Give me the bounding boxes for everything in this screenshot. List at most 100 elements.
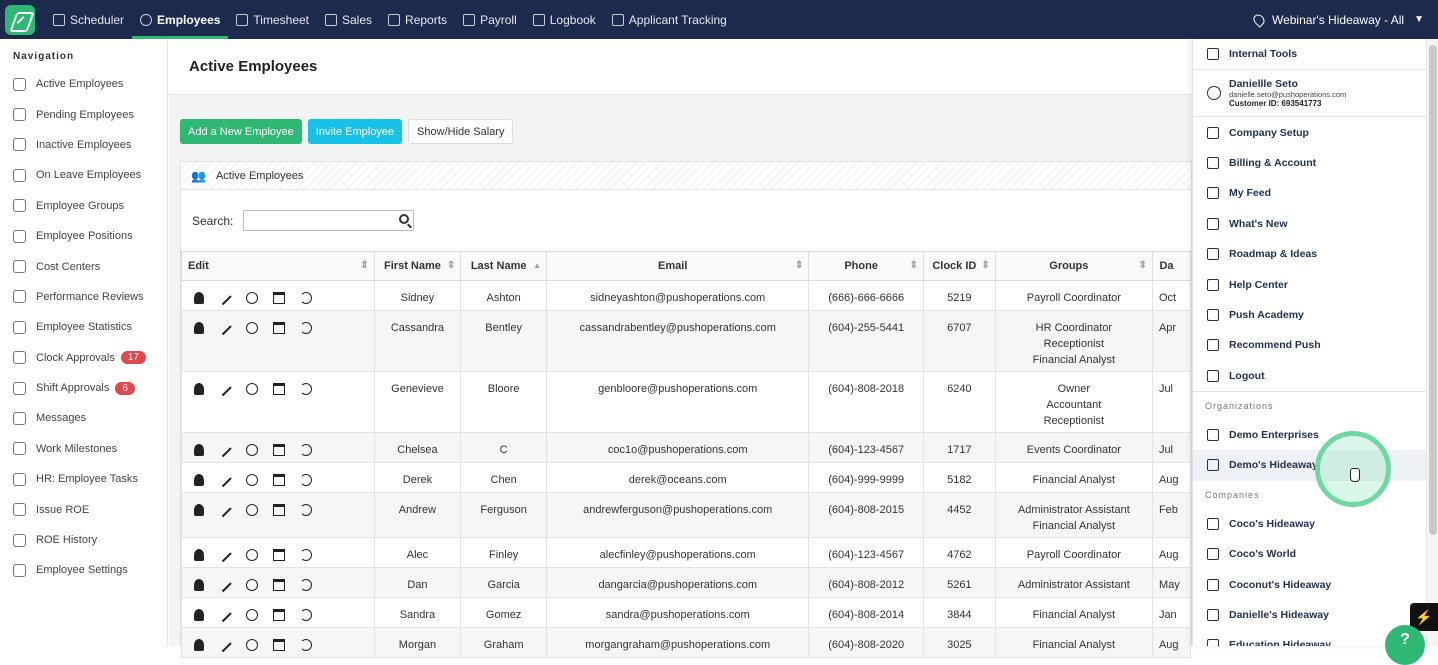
- sidebar-item-roe-history[interactable]: ROE History: [0, 525, 167, 555]
- redo-icon[interactable]: [300, 609, 312, 622]
- alarm-clock-icon[interactable]: [246, 609, 258, 622]
- alarm-clock-icon[interactable]: [246, 292, 258, 305]
- edit-icon[interactable]: [218, 443, 232, 457]
- show-hide-salary-button[interactable]: Show/Hide Salary: [408, 119, 514, 144]
- alarm-clock-icon[interactable]: [246, 504, 258, 517]
- column-header[interactable]: Edit ⇕: [181, 251, 375, 281]
- invite-employee-button[interactable]: Invite Employee: [307, 119, 403, 144]
- sort-icon[interactable]: ⇕: [910, 260, 918, 271]
- profile-icon[interactable]: [194, 504, 204, 517]
- sidebar-item-on-leave-employees[interactable]: On Leave Employees: [0, 160, 167, 190]
- edit-icon[interactable]: [218, 321, 232, 335]
- menu-item-my-feed[interactable]: My Feed: [1193, 178, 1426, 208]
- alarm-clock-icon[interactable]: [246, 579, 258, 592]
- table-row[interactable]: Sidney Ashton sidneyashton@pushoperations.…: [181, 280, 1192, 311]
- table-row[interactable]: Chelsea Ccoc1o@pushoperations.com (604)-12…: [181, 432, 1192, 463]
- organization-item-demo-s-hideaway[interactable]: Demo's Hideaway: [1193, 450, 1426, 481]
- location-selector[interactable]: Webinar's Hideaway - All ▼: [1251, 0, 1424, 39]
- redo-icon[interactable]: [300, 322, 312, 335]
- menu-item-roadmap-ideas[interactable]: Roadmap & Ideas: [1193, 239, 1426, 269]
- sidebar-item-messages[interactable]: Messages: [0, 403, 167, 433]
- table-row[interactable]: Genevieve Bloore genbloore@pushoperations.…: [181, 371, 1192, 433]
- nav-sales[interactable]: Sales: [317, 0, 380, 39]
- alarm-clock-icon[interactable]: [246, 474, 258, 487]
- redo-icon[interactable]: [300, 383, 312, 396]
- profile-icon[interactable]: [194, 444, 204, 457]
- calendar-icon[interactable]: [273, 549, 285, 562]
- calendar-icon[interactable]: [273, 322, 285, 335]
- help-chat-button[interactable]: ?: [1385, 625, 1425, 665]
- edit-icon[interactable]: [218, 382, 232, 396]
- sidebar-item-issue-roe[interactable]: Issue ROE: [0, 494, 167, 524]
- sort-icon[interactable]: ▲: [533, 261, 541, 270]
- menu-item-push-academy[interactable]: Push Academy: [1193, 300, 1426, 330]
- sidebar-item-clock-approvals[interactable]: Clock Approvals 17: [0, 343, 167, 373]
- edit-icon[interactable]: [218, 548, 232, 562]
- search-icon[interactable]: [399, 214, 410, 224]
- calendar-icon[interactable]: [273, 609, 285, 622]
- sidebar-item-active-employees[interactable]: Active Employees: [0, 69, 167, 99]
- profile-icon[interactable]: [194, 292, 204, 305]
- redo-icon[interactable]: [300, 444, 312, 457]
- search-input[interactable]: [243, 210, 415, 231]
- calendar-icon[interactable]: [273, 444, 285, 457]
- edit-icon[interactable]: [218, 608, 232, 622]
- sidebar-item-employee-statistics[interactable]: Employee Statistics: [0, 312, 167, 342]
- profile-icon[interactable]: [194, 549, 204, 562]
- sidebar-item-cost-centers[interactable]: Cost Centers: [0, 251, 167, 281]
- redo-icon[interactable]: [300, 579, 312, 592]
- calendar-icon[interactable]: [273, 639, 285, 652]
- alarm-clock-icon[interactable]: [246, 383, 258, 396]
- alarm-clock-icon[interactable]: [246, 444, 258, 457]
- sidebar-item-performance-reviews[interactable]: Performance Reviews: [0, 282, 167, 312]
- redo-icon[interactable]: [300, 504, 312, 517]
- menu-item-help-center[interactable]: Help Center: [1193, 269, 1426, 299]
- profile-icon[interactable]: [194, 639, 204, 652]
- redo-icon[interactable]: [300, 639, 312, 652]
- sidebar-item-inactive-employees[interactable]: Inactive Employees: [0, 130, 167, 160]
- nav-logbook[interactable]: Logbook: [525, 0, 604, 39]
- nav-reports[interactable]: Reports: [380, 0, 455, 39]
- sort-icon[interactable]: ⇕: [795, 260, 803, 271]
- alarm-clock-icon[interactable]: [246, 322, 258, 335]
- alarm-clock-icon[interactable]: [246, 639, 258, 652]
- sidebar-item-employee-settings[interactable]: Employee Settings: [0, 555, 167, 585]
- sidebar-item-hr-employee-tasks[interactable]: HR: Employee Tasks: [0, 464, 167, 494]
- internal-tools-item[interactable]: Internal Tools: [1193, 39, 1426, 69]
- profile-icon[interactable]: [194, 609, 204, 622]
- nav-employees[interactable]: Employees: [132, 0, 229, 39]
- column-header[interactable]: Email ⇕: [545, 251, 810, 281]
- sidebar-item-pending-employees[interactable]: Pending Employees: [0, 99, 167, 129]
- alarm-clock-icon[interactable]: [246, 549, 258, 562]
- profile-icon[interactable]: [194, 383, 204, 396]
- calendar-icon[interactable]: [273, 504, 285, 517]
- column-header[interactable]: Clock ID ⇕: [922, 251, 996, 281]
- edit-icon[interactable]: [218, 291, 232, 305]
- sort-icon[interactable]: ⇕: [360, 260, 368, 271]
- edit-icon[interactable]: [218, 473, 232, 487]
- sidebar-item-employee-groups[interactable]: Employee Groups: [0, 191, 167, 221]
- sort-icon[interactable]: ⇕: [981, 260, 989, 271]
- calendar-icon[interactable]: [273, 292, 285, 305]
- nav-payroll[interactable]: Payroll: [455, 0, 525, 39]
- organization-item-demo-enterprises[interactable]: Demo Enterprises: [1193, 420, 1426, 450]
- calendar-icon[interactable]: [273, 579, 285, 592]
- calendar-icon[interactable]: [273, 474, 285, 487]
- menu-item-what-s-new[interactable]: What's New: [1193, 209, 1426, 239]
- redo-icon[interactable]: [300, 474, 312, 487]
- user-profile[interactable]: Daniellle Seto danielle.seto@pushoperati…: [1193, 69, 1426, 118]
- table-row[interactable]: Derek Chen derek@oceans.com (604)-999-9999 5…: [181, 462, 1192, 493]
- table-row[interactable]: Dan Garcia dangarcia@pushoperations.com (60…: [181, 567, 1192, 598]
- edit-icon[interactable]: [218, 503, 232, 517]
- nav-scheduler[interactable]: Scheduler: [45, 0, 132, 39]
- calendar-icon[interactable]: [273, 383, 285, 396]
- company-item-coco-s-world[interactable]: Coco's World: [1193, 539, 1426, 569]
- dropdown-scrollbar[interactable]: [1426, 39, 1438, 646]
- redo-icon[interactable]: [300, 549, 312, 562]
- table-row[interactable]: Alec Finley alecfinley@pushoperations.com(…: [181, 537, 1192, 568]
- menu-item-company-setup[interactable]: Company Setup: [1193, 117, 1426, 147]
- redo-icon[interactable]: [300, 292, 312, 305]
- table-row[interactable]: Andrew Ferguson andrewferguson@pushoperati…: [181, 492, 1192, 538]
- table-row[interactable]: Morgan Graham morgangraham@pushoperations.…: [181, 627, 1192, 658]
- sort-icon[interactable]: ⇕: [447, 260, 455, 271]
